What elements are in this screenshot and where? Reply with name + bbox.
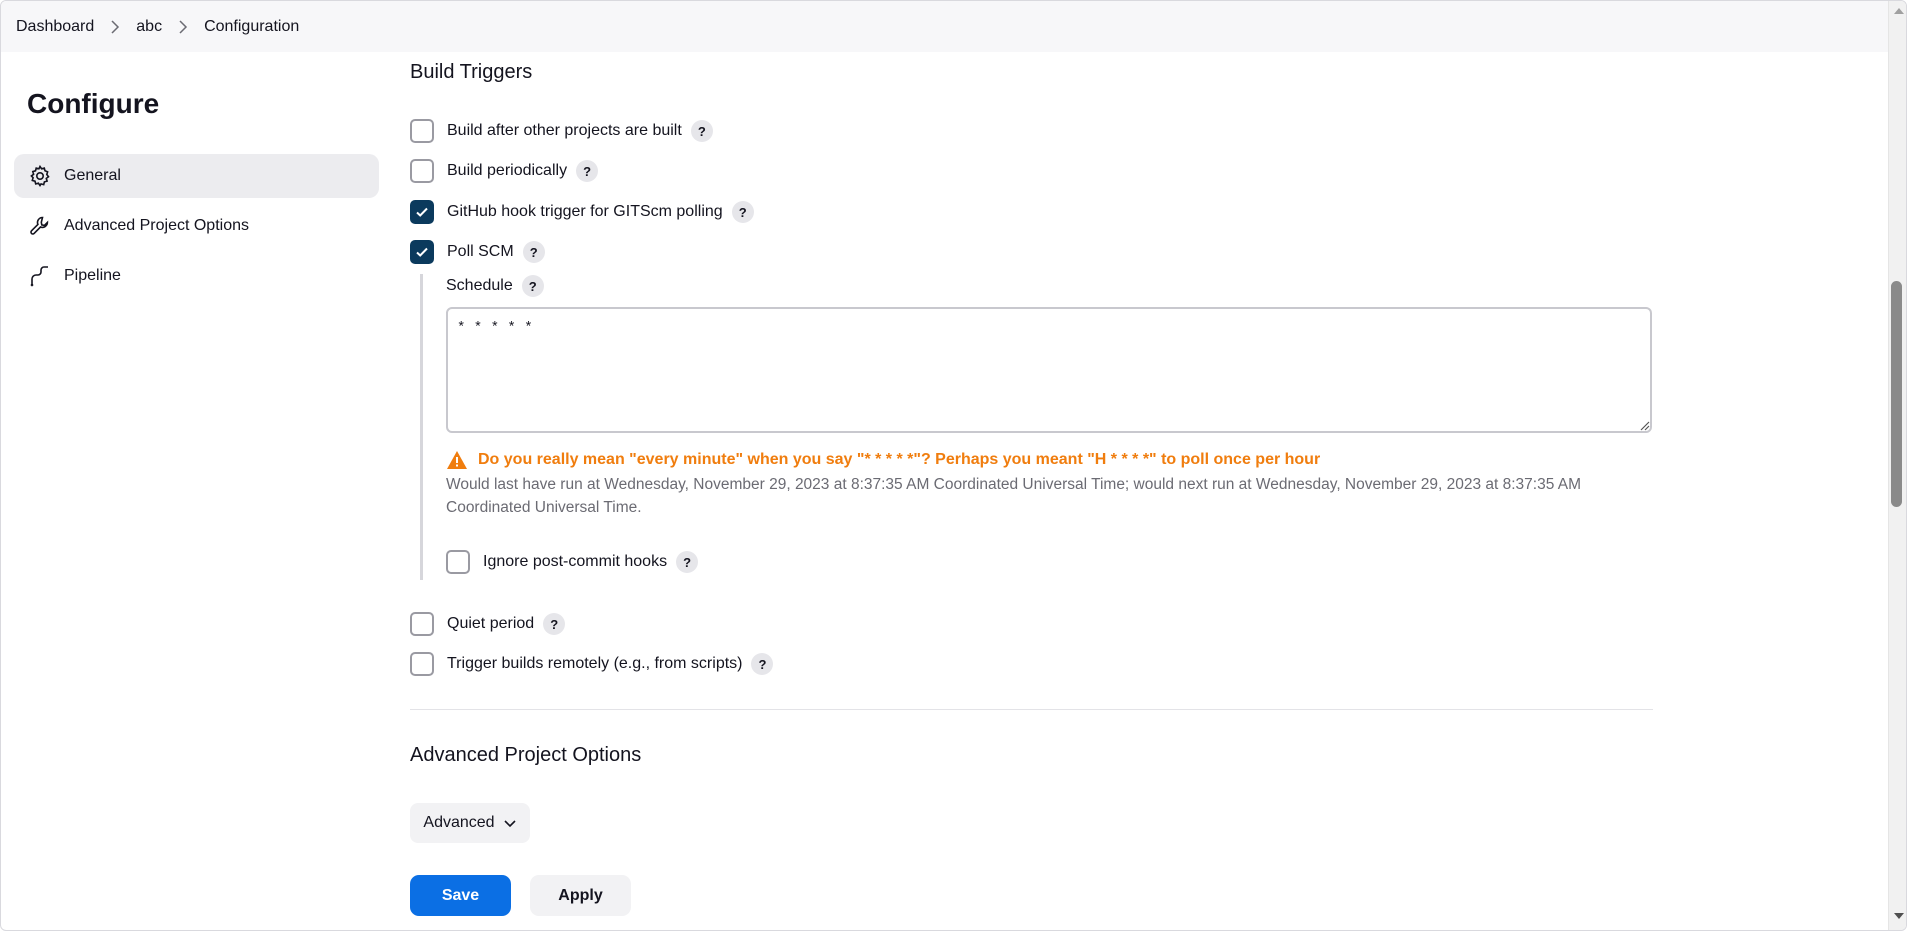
chevron-down-icon — [504, 820, 516, 828]
checkbox[interactable] — [410, 612, 434, 636]
save-button[interactable]: Save — [410, 875, 511, 916]
help-icon[interactable]: ? — [731, 201, 754, 223]
checkbox-label: Ignore post-commit hooks — [483, 553, 668, 570]
help-icon[interactable]: ? — [576, 160, 599, 182]
checkmark-icon — [416, 207, 428, 217]
trigger-build-periodically: Build periodically ? — [410, 159, 599, 183]
checkbox-label: GitHub hook trigger for GITScm polling — [447, 203, 723, 220]
schedule-label: Schedule — [446, 277, 513, 294]
help-icon[interactable]: ? — [676, 551, 699, 573]
section-divider — [410, 709, 1653, 710]
chevron-right-icon — [172, 19, 194, 34]
checkbox-label: Poll SCM — [447, 243, 514, 260]
sidebar: Configure General Advanced Project Optio… — [1, 52, 391, 930]
chevron-right-icon — [104, 19, 126, 34]
checkbox-checked[interactable] — [410, 200, 434, 224]
apply-button[interactable]: Apply — [530, 875, 631, 916]
nested-section-bar — [420, 274, 423, 580]
warning-icon — [447, 451, 467, 469]
breadcrumb-dashboard[interactable]: Dashboard — [16, 18, 94, 36]
checkmark-icon — [416, 247, 428, 257]
breadcrumb-configuration[interactable]: Configuration — [204, 18, 299, 36]
trigger-quiet-period: Quiet period ? — [410, 612, 566, 636]
scrollbar-thumb[interactable] — [1891, 281, 1902, 507]
scroll-up-arrow-icon[interactable] — [1894, 8, 1904, 14]
checkbox[interactable] — [410, 652, 434, 676]
pipeline-icon — [28, 264, 52, 288]
trigger-build-after-other-projects: Build after other projects are built ? — [410, 119, 713, 143]
breadcrumb-abc[interactable]: abc — [136, 18, 162, 36]
schedule-warning-text: Do you really mean "every minute" when y… — [478, 451, 1321, 468]
sidebar-item-label: Advanced Project Options — [64, 217, 249, 234]
schedule-input[interactable] — [446, 307, 1652, 433]
configure-page: Dashboard abc Configuration Configure Ge… — [0, 0, 1907, 931]
resize-grip-icon[interactable] — [1640, 421, 1650, 431]
breadcrumb: Dashboard abc Configuration — [1, 1, 1888, 52]
checkbox-label: Build periodically — [447, 162, 568, 179]
sidebar-item-general[interactable]: General — [14, 154, 379, 198]
sidebar-item-label: Pipeline — [64, 267, 121, 284]
advanced-button[interactable]: Advanced — [410, 803, 530, 843]
advanced-button-label: Advanced — [423, 814, 495, 831]
schedule-note: Would last have run at Wednesday, Novemb… — [446, 476, 1582, 516]
build-triggers-title: Build Triggers — [410, 61, 533, 83]
help-icon[interactable]: ? — [690, 120, 713, 142]
checkbox-label: Trigger builds remotely (e.g., from scri… — [447, 655, 743, 672]
help-icon[interactable]: ? — [751, 653, 774, 675]
help-icon[interactable]: ? — [522, 241, 545, 263]
checkbox-label: Quiet period — [447, 615, 535, 632]
help-icon[interactable]: ? — [521, 275, 544, 297]
help-icon[interactable]: ? — [543, 613, 566, 635]
wrench-icon — [28, 214, 52, 238]
trigger-github-hook: GitHub hook trigger for GITScm polling ? — [410, 200, 754, 224]
checkbox[interactable] — [446, 550, 470, 574]
trigger-poll-scm: Poll SCM ? — [410, 240, 545, 264]
trigger-builds-remotely: Trigger builds remotely (e.g., from scri… — [410, 652, 774, 676]
sidebar-title: Configure — [27, 88, 160, 119]
sidebar-item-pipeline[interactable]: Pipeline — [14, 254, 379, 298]
sidebar-item-label: General — [64, 167, 121, 184]
gear-icon — [28, 164, 52, 188]
schedule-warning: Do you really mean "every minute" when y… — [446, 450, 1320, 470]
sidebar-item-advanced-project-options[interactable]: Advanced Project Options — [14, 204, 379, 248]
advanced-project-options-title: Advanced Project Options — [410, 744, 642, 766]
checkbox[interactable] — [410, 119, 434, 143]
ignore-post-commit-hooks: Ignore post-commit hooks ? — [446, 550, 699, 574]
checkbox-checked[interactable] — [410, 240, 434, 264]
scroll-down-arrow-icon[interactable] — [1894, 913, 1904, 919]
schedule-label-row: Schedule ? — [446, 275, 544, 297]
checkbox[interactable] — [410, 159, 434, 183]
checkbox-label: Build after other projects are built — [447, 122, 682, 139]
